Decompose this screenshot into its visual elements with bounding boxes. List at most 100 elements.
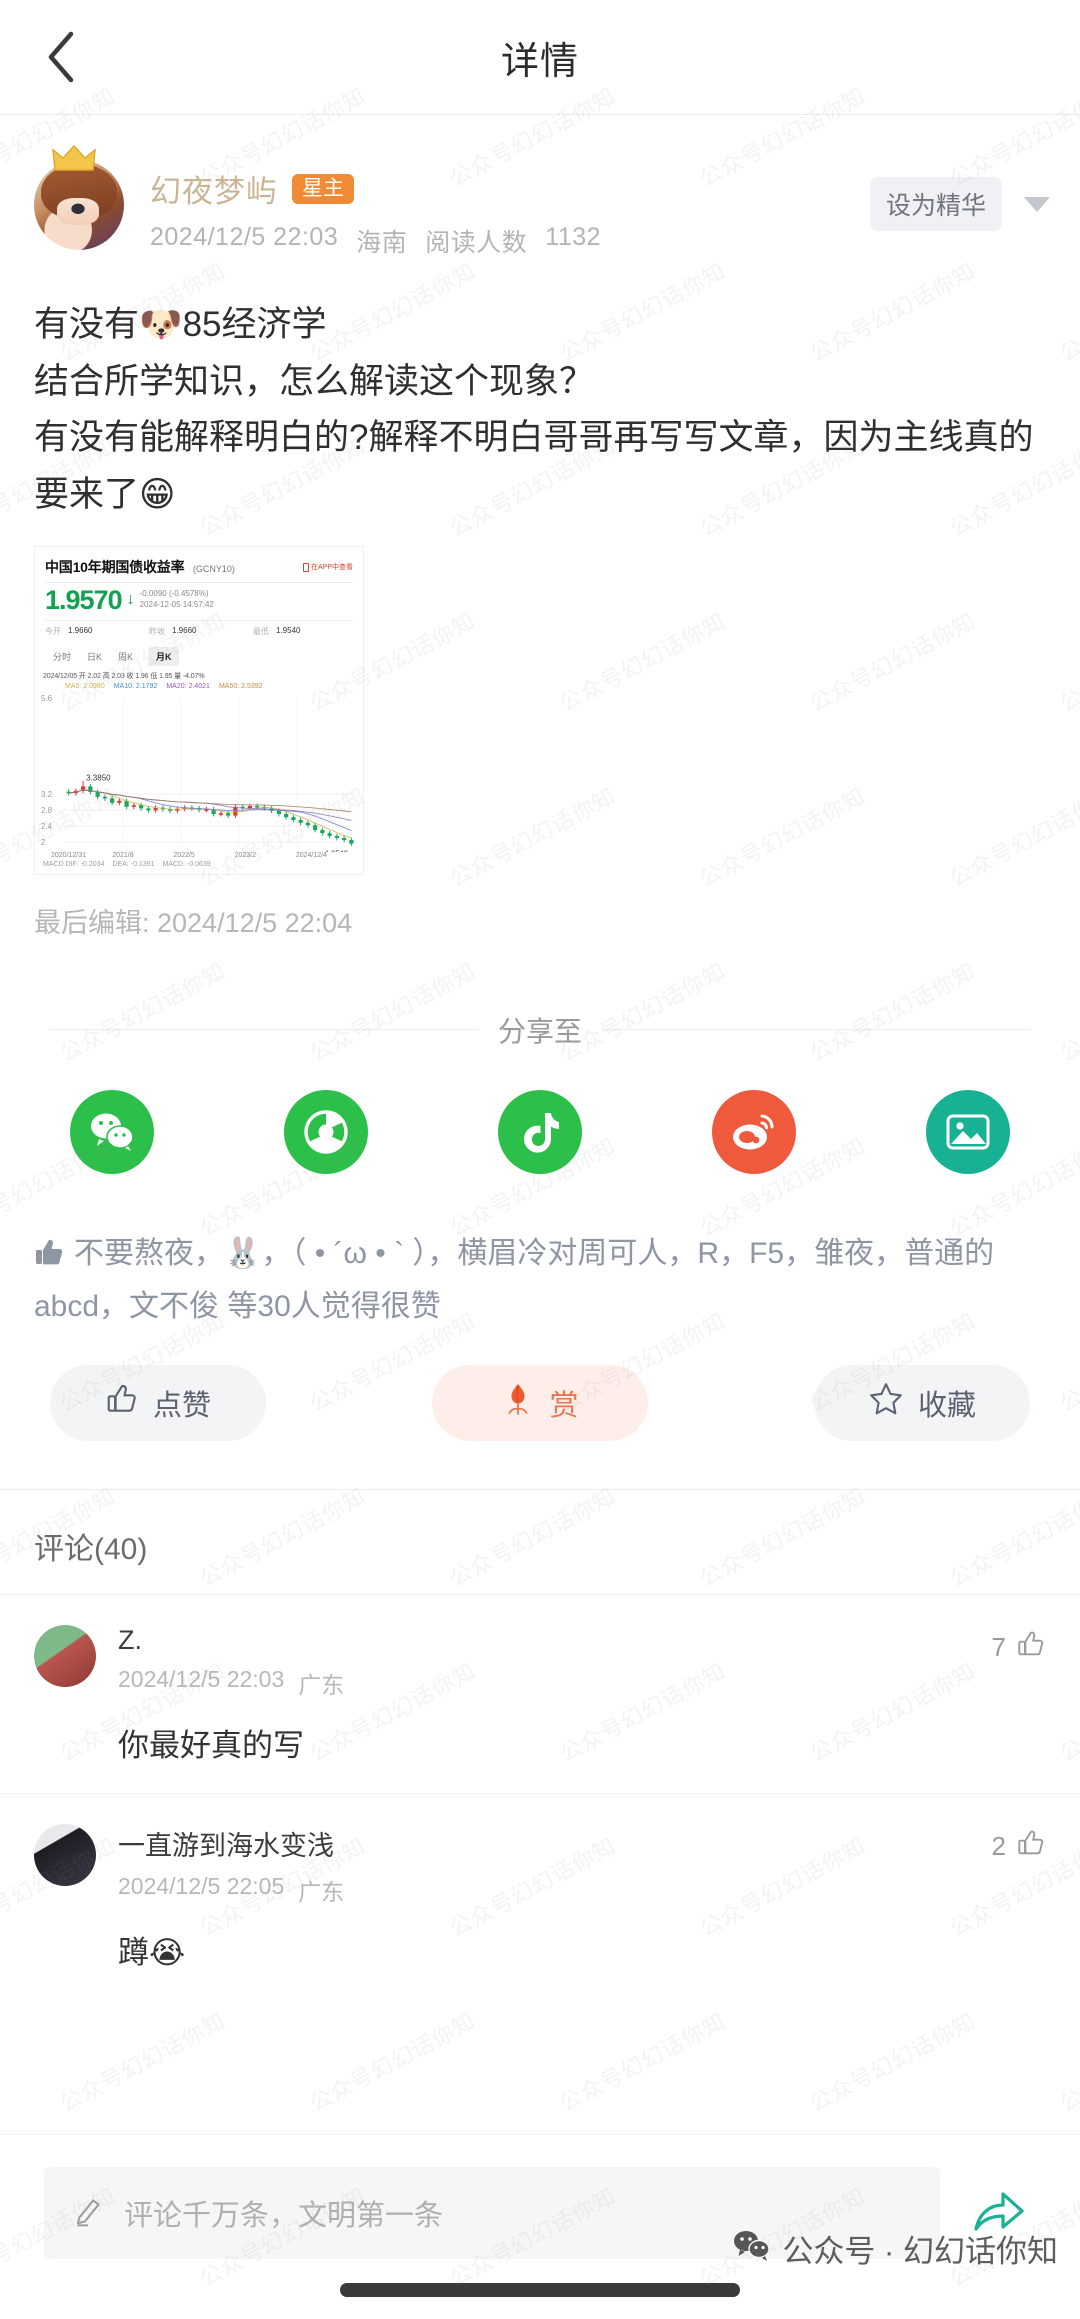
comment-location: 广东: [298, 1878, 345, 1905]
open-in-app-label: 在APP中查看: [310, 564, 353, 572]
watermark-text: 公众号 · 幻幻话你知: [782, 2234, 1058, 2269]
author-actions: 设为精华: [869, 177, 1050, 231]
tab-week-k[interactable]: 周K: [118, 650, 133, 666]
xtick: 2021/8: [112, 851, 134, 859]
back-button[interactable]: [30, 27, 90, 87]
comment-like-count: 7: [991, 1631, 1006, 1662]
divider-right: [602, 1029, 1031, 1031]
share-section: 分享至: [0, 1010, 1080, 1174]
comment-text: 蹲😭: [118, 1934, 186, 1970]
watermark-tile: 公众号幻幻话你知: [555, 2008, 730, 2117]
svg-text:1.9540: 1.9540: [325, 848, 348, 851]
thumb-up-icon: [105, 1382, 139, 1424]
ma50-name: MA50: [218, 682, 238, 690]
author-name[interactable]: 幻夜梦屿: [150, 166, 278, 211]
likers-text: 不要熬夜，🐰，（ • ´ω • ` ），横眉冷对周可人，R，F5，雏夜，普通的a…: [34, 1236, 995, 1323]
svg-text:2.8: 2.8: [41, 806, 53, 815]
chart-tabs: 分时 日K 周K 月K: [35, 643, 363, 666]
watermark-tile: 公众号幻幻话你知: [1055, 608, 1080, 717]
chevron-down-icon[interactable]: [1024, 196, 1050, 212]
post-timestamp: 2024/12/5 22:03: [150, 223, 339, 251]
post-content: 有没有🐶85经济学 结合所学知识，怎么解读这个现象？ 有没有能解释明白的?解释不…: [0, 259, 1080, 524]
page-title: 详情: [500, 40, 579, 83]
ma5-value: 2.0980: [83, 682, 105, 690]
chart-quote-time: 2024-12-05 14:57:42: [139, 600, 214, 610]
reward-button-label: 赏: [549, 1389, 579, 1422]
ma50-value: 2.5392: [241, 682, 263, 690]
chart-stats-row: 今开 1.9660 昨收 1.9660 最低 1.9540: [45, 619, 353, 637]
watermark-bottom: 公众号 · 幻幻话你知: [732, 2226, 1058, 2271]
weibo-icon: [730, 1110, 778, 1154]
divider-left: [50, 1029, 478, 1031]
ma20-value: 2.4021: [188, 682, 210, 690]
embedded-chart-image[interactable]: 中国10年期国债收益率 (GCNY10) 在APP中查看 1.9570 ↓ -0…: [34, 545, 364, 875]
comment-author: Z.: [118, 1624, 142, 1655]
comment-placeholder: 评论千万条，文明第一条: [124, 2200, 444, 2232]
reward-button[interactable]: 赏: [432, 1364, 648, 1441]
svg-text:2: 2: [41, 838, 46, 847]
avatar[interactable]: [34, 1823, 96, 1886]
watermark-tile: 公众号幻幻话你知: [805, 608, 980, 717]
wechat-icon: [88, 1111, 136, 1153]
comment-item[interactable]: 一直游到海水变浅 2024/12/5 22:05 广东 2 蹲😭: [0, 1792, 1080, 1972]
tab-fenshi[interactable]: 分时: [53, 650, 71, 666]
thumb-up-icon: [1016, 1828, 1046, 1865]
comment-like-count: 2: [991, 1830, 1006, 1861]
candlestick-plot[interactable]: 5.6 3.2 2.8 2.4 2 3.3850 1.9540: [39, 692, 359, 852]
post-line-1: 有没有🐶85经济学: [34, 305, 327, 344]
comment-timestamp: 2024/12/5 22:05: [118, 1872, 285, 1899]
app-header: 详情: [0, 0, 1080, 115]
avatar-wrap[interactable]: [34, 144, 124, 250]
share-weibo-button[interactable]: [712, 1089, 796, 1174]
set-essence-button[interactable]: 设为精华: [869, 177, 1002, 231]
watermark-tile: 公众号幻幻话你知: [305, 2008, 480, 2117]
avatar[interactable]: [34, 1624, 96, 1687]
tab-month-k[interactable]: 月K: [149, 646, 179, 666]
share-douyin-button[interactable]: [498, 1089, 582, 1174]
wechat-mp-icon: [732, 2228, 772, 2270]
watermark-tile: 公众号幻幻话你知: [1055, 2008, 1080, 2117]
qzone-icon: [945, 1111, 991, 1153]
stat-value: 1.9660: [68, 625, 93, 635]
comment-timestamp: 2024/12/5 22:03: [118, 1665, 285, 1692]
like-button-label: 点赞: [152, 1389, 211, 1422]
svg-text:3.2: 3.2: [41, 790, 53, 799]
douyin-icon: [520, 1110, 560, 1154]
stat-value: 1.9660: [172, 625, 197, 635]
comment-item[interactable]: Z. 2024/12/5 22:03 广东 7 你最好真的写: [0, 1593, 1080, 1765]
post-location: 海南: [356, 229, 408, 257]
thumb-up-filled-icon: [34, 1235, 66, 1283]
share-qzone-button[interactable]: [926, 1089, 1010, 1174]
home-indicator: [340, 2283, 740, 2297]
phone-icon: [302, 562, 309, 572]
comment-like-button[interactable]: 2: [992, 1824, 1046, 1865]
chart-change-value: -0.0090 (-0.4578%): [139, 589, 209, 599]
arrow-down-icon: ↓: [126, 591, 135, 609]
share-wechat-button[interactable]: [70, 1089, 154, 1174]
share-title: 分享至: [498, 1015, 583, 1047]
favorite-button[interactable]: 收藏: [814, 1364, 1030, 1441]
share-moments-button[interactable]: [284, 1089, 368, 1174]
ma20-name: MA20: [166, 682, 185, 690]
status-badge: 星主: [292, 173, 354, 204]
xtick: 2022/5: [173, 851, 195, 859]
comment-like-button[interactable]: 7: [992, 1625, 1046, 1666]
open-in-app-link[interactable]: 在APP中查看: [302, 562, 353, 572]
like-button[interactable]: 点赞: [50, 1364, 266, 1441]
chart-code: (GCNY10): [192, 563, 235, 574]
post-detail-screen: 详情 幻夜梦屿 星主 2024/12/5 22:03 海南 阅读人数 1132 …: [0, 0, 1080, 2319]
favorite-button-label: 收藏: [917, 1389, 976, 1422]
macd-dea: DEA: -0.1391: [112, 860, 155, 868]
comment-location: 广东: [298, 1671, 345, 1698]
tab-day-k[interactable]: 日K: [87, 650, 102, 666]
likers-row: 不要熬夜，🐰，（ • ´ω • ` ），横眉冷对周可人，R，F5，雏夜，普通的a…: [34, 1230, 1046, 1331]
stat-value: 1.9540: [276, 625, 301, 635]
tulip-icon: [501, 1381, 535, 1425]
watermark-tile: 公众号幻幻话你知: [805, 2008, 980, 2117]
ma10-name: MA10: [113, 682, 133, 690]
ma5-name: MA5: [65, 682, 80, 690]
svg-text:2.4: 2.4: [41, 822, 53, 831]
macd-value: MACD: -0.0639: [162, 860, 211, 868]
xtick: 2024/12/4: [295, 851, 327, 859]
stat-label: 今开: [45, 626, 61, 636]
